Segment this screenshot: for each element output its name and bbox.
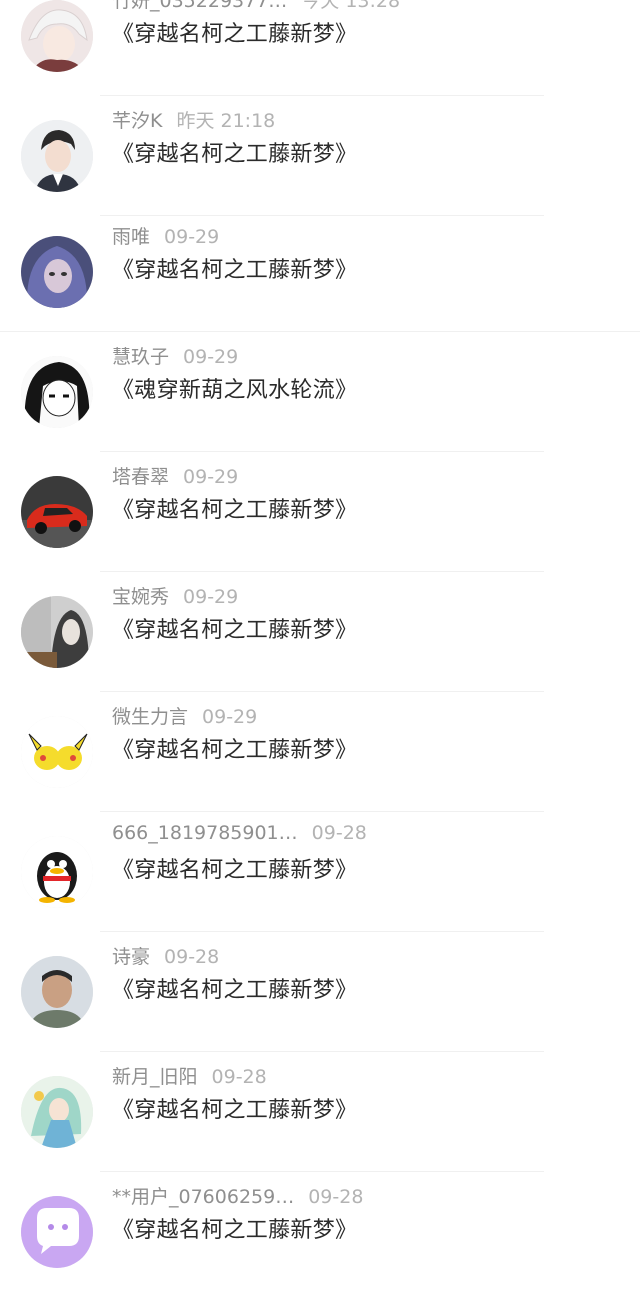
comment-text: 《穿越名柯之工藤新梦》 (112, 142, 358, 167)
timestamp: 09-29 (183, 346, 239, 368)
comment-text: 《魂穿新葫之风水轮流》 (112, 378, 358, 403)
comment-meta: 666_1819785901… 09-28 (112, 822, 367, 844)
anime-character-avatar[interactable] (21, 1076, 93, 1148)
username[interactable]: 雨唯 (112, 226, 150, 248)
username[interactable]: 宝婉秀 (112, 586, 169, 608)
comment-row[interactable]: 666_1819785901… 09-28 《穿越名柯之工藤新梦》 (0, 812, 640, 932)
timestamp: 09-29 (183, 466, 239, 488)
comment-meta: 塔春翠 09-29 (112, 462, 238, 489)
timestamp: 09-29 (164, 226, 220, 248)
comment-text: 《穿越名柯之工藤新梦》 (112, 618, 358, 643)
comment-meta: 宝婉秀 09-29 (112, 582, 238, 609)
comment-row[interactable]: 芊汐K 昨天 21:18 《穿越名柯之工藤新梦》 (0, 96, 640, 216)
comment-row[interactable]: 塔春翠 09-29 《穿越名柯之工藤新梦》 (0, 452, 640, 572)
timestamp: 09-29 (202, 706, 258, 728)
blue-haired-girl-avatar[interactable] (21, 236, 93, 308)
timestamp: 09-28 (164, 946, 220, 968)
comment-row[interactable]: 竹妍_035229377… 今天 13:28 《穿越名柯之工藤新梦》 (0, 0, 640, 96)
timestamp: 09-28 (308, 1186, 364, 1208)
purple-chat-bubble-avatar[interactable] (21, 1196, 93, 1268)
comment-text: 《穿越名柯之工藤新梦》 (112, 858, 358, 883)
comment-row[interactable]: 诗豪 09-28 《穿越名柯之工藤新梦》 (0, 932, 640, 1052)
comment-meta: 新月_旧阳 09-28 (112, 1062, 267, 1089)
timestamp: 昨天 21:18 (176, 110, 276, 132)
username[interactable]: **用户_07606259… (112, 1186, 294, 1208)
qq-penguin-avatar[interactable] (21, 836, 93, 908)
username[interactable]: 芊汐K (112, 110, 162, 132)
comment-row[interactable]: 新月_旧阳 09-28 《穿越名柯之工藤新梦》 (0, 1052, 640, 1172)
username[interactable]: 慧玖子 (112, 346, 169, 368)
comment-row[interactable]: **用户_07606259… 09-28 《穿越名柯之工藤新梦》 (0, 1172, 640, 1292)
comment-text: 《穿越名柯之工藤新梦》 (112, 1218, 358, 1243)
comment-meta: 诗豪 09-28 (112, 942, 219, 969)
comment-row[interactable]: 慧玖子 09-29 《魂穿新葫之风水轮流》 (0, 332, 640, 452)
comment-meta: **用户_07606259… 09-28 (112, 1182, 363, 1209)
timestamp: 09-28 (211, 1066, 267, 1088)
red-sports-car-avatar[interactable] (21, 476, 93, 548)
comment-text: 《穿越名柯之工藤新梦》 (112, 258, 358, 283)
comment-text: 《穿越名柯之工藤新梦》 (112, 22, 358, 47)
comment-meta: 微生力言 09-29 (112, 702, 257, 729)
manga-girl-avatar[interactable] (21, 356, 93, 428)
comment-meta: 慧玖子 09-29 (112, 342, 238, 369)
username[interactable]: 666_1819785901… (112, 822, 298, 844)
pikachu-avatar[interactable] (21, 716, 93, 788)
comment-text: 《穿越名柯之工藤新梦》 (112, 498, 358, 523)
comment-meta: 芊汐K 昨天 21:18 (112, 106, 275, 133)
comment-text: 《穿越名柯之工藤新梦》 (112, 978, 358, 1003)
comment-list: 竹妍_035229377… 今天 13:28 《穿越名柯之工藤新梦》 芊汐K 昨天 … (0, 0, 640, 1268)
username[interactable]: 竹妍_035229377… (112, 0, 287, 12)
comment-row[interactable]: 雨唯 09-29 《穿越名柯之工藤新梦》 (0, 212, 640, 332)
username[interactable]: 塔春翠 (112, 466, 169, 488)
comment-text: 《穿越名柯之工藤新梦》 (112, 1098, 358, 1123)
timestamp: 今天 13:28 (301, 0, 401, 12)
comment-meta: 竹妍_035229377… 今天 13:28 (112, 0, 400, 13)
timestamp: 09-29 (183, 586, 239, 608)
username[interactable]: 新月_旧阳 (112, 1066, 198, 1088)
gray-photo-avatar[interactable] (21, 596, 93, 668)
username[interactable]: 诗豪 (112, 946, 150, 968)
username[interactable]: 微生力言 (112, 706, 188, 728)
man-photo-avatar[interactable] (21, 956, 93, 1028)
comment-meta: 雨唯 09-29 (112, 222, 219, 249)
comment-row[interactable]: 宝婉秀 09-29 《穿越名柯之工藤新梦》 (0, 572, 640, 692)
anime-boy-white-hair-avatar[interactable] (21, 0, 93, 72)
comment-row[interactable]: 微生力言 09-29 《穿越名柯之工藤新梦》 (0, 692, 640, 812)
young-man-photo-avatar[interactable] (21, 120, 93, 192)
comment-text: 《穿越名柯之工藤新梦》 (112, 738, 358, 763)
timestamp: 09-28 (311, 822, 367, 844)
